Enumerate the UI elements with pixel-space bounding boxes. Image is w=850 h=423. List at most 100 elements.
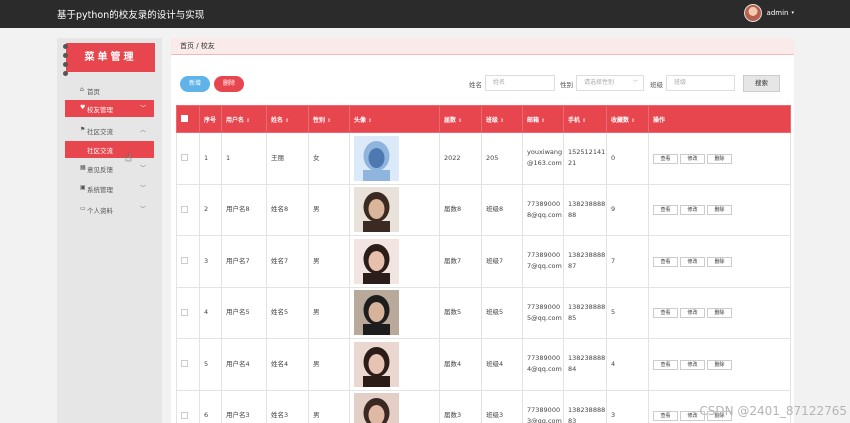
cell-actions: 查看 修改 删除 bbox=[648, 235, 791, 288]
delete-button[interactable]: 删除 bbox=[214, 76, 244, 92]
cell-term: 届数5 bbox=[439, 286, 482, 339]
row-delete-button[interactable]: 删除 bbox=[707, 205, 732, 216]
table-row: 5 用户名4 姓名4 男 届数4 班级4 773890004@qq.com 13823888… bbox=[176, 338, 791, 391]
col-header-name[interactable]: 姓名 ⇕ bbox=[266, 105, 309, 133]
cell-avatar bbox=[349, 235, 440, 288]
row-select-cell[interactable] bbox=[176, 338, 200, 391]
col-header-favorites[interactable]: 收藏数 ⇕ bbox=[606, 105, 649, 133]
select-all-checkbox[interactable] bbox=[181, 114, 188, 122]
avatar-photo[interactable] bbox=[354, 187, 399, 233]
cell-gender: 男 bbox=[308, 338, 350, 391]
sidebar-item-community[interactable]: ⚑ 社区交流 ︿ bbox=[65, 122, 154, 139]
cell-gender: 男 bbox=[308, 286, 350, 339]
sort-icon[interactable]: ⇕ bbox=[327, 118, 331, 124]
sort-icon[interactable]: ⇕ bbox=[458, 118, 462, 124]
col-header-phone[interactable]: 手机 ⇕ bbox=[563, 105, 607, 133]
row-delete-button[interactable]: 删除 bbox=[707, 256, 732, 267]
user-menu[interactable]: admin ▾ bbox=[743, 4, 794, 22]
col-header-gender[interactable]: 性别 ⇕ bbox=[308, 105, 350, 133]
sidebar-item-profile[interactable]: ▭ 个人资料 ﹀ bbox=[65, 201, 154, 218]
cell-email: 773890003@qq.com bbox=[522, 389, 564, 423]
username-label[interactable]: admin bbox=[767, 9, 789, 17]
cell-avatar bbox=[349, 183, 440, 236]
search-button[interactable]: 搜索 bbox=[743, 75, 780, 92]
sort-icon[interactable]: ⇕ bbox=[500, 118, 504, 124]
row-delete-button[interactable]: 删除 bbox=[707, 308, 732, 319]
col-header-email[interactable]: 邮箱 ⇕ bbox=[522, 105, 564, 133]
cell-name: 姓名8 bbox=[266, 183, 309, 236]
avatar-photo[interactable] bbox=[354, 135, 399, 181]
edit-button[interactable]: 修改 bbox=[680, 205, 705, 216]
sidebar-item-label: 意见反馈 bbox=[87, 165, 113, 174]
cell-actions: 查看 修改 删除 bbox=[648, 132, 791, 185]
row-select-cell[interactable] bbox=[176, 235, 200, 288]
sort-icon[interactable]: ⇕ bbox=[246, 118, 250, 124]
sidebar-subitem-community[interactable]: 社区交流 bbox=[65, 141, 154, 158]
flag-icon: ⚑ bbox=[80, 126, 86, 133]
view-button[interactable]: 查看 bbox=[653, 411, 678, 422]
grid-icon: ▦ bbox=[80, 164, 86, 171]
sidebar-item-feedback[interactable]: ▦ 意见反馈 ﹀ bbox=[65, 160, 154, 177]
sort-icon[interactable]: ⇕ bbox=[631, 118, 635, 124]
lock-icon: ▣ bbox=[80, 184, 86, 191]
view-button[interactable]: 查看 bbox=[653, 308, 678, 319]
col-header-class[interactable]: 班级 ⇕ bbox=[481, 105, 523, 133]
col-header-username[interactable]: 用户名 ⇕ bbox=[221, 105, 267, 133]
sidebar-item-alumni[interactable]: ♥ 校友管理 ﹀ bbox=[65, 100, 154, 117]
row-delete-button[interactable]: 删除 bbox=[707, 153, 732, 164]
view-button[interactable]: 查看 bbox=[653, 256, 678, 267]
sort-icon[interactable]: ⇕ bbox=[541, 118, 545, 124]
view-button[interactable]: 查看 bbox=[653, 359, 678, 370]
col-header-index[interactable]: 序号 bbox=[199, 105, 222, 133]
cell-avatar bbox=[349, 389, 440, 423]
sort-icon[interactable]: ⇕ bbox=[582, 118, 586, 124]
home-icon: ⌂ bbox=[80, 86, 84, 93]
view-button[interactable]: 查看 bbox=[653, 205, 678, 216]
row-select-cell[interactable] bbox=[176, 132, 200, 185]
row-checkbox[interactable] bbox=[181, 308, 188, 316]
col-header-term[interactable]: 届数 ⇕ bbox=[439, 105, 482, 133]
cell-username: 用户名5 bbox=[221, 286, 267, 339]
row-checkbox[interactable] bbox=[181, 411, 188, 419]
row-checkbox[interactable] bbox=[181, 154, 188, 162]
row-select-cell[interactable] bbox=[176, 286, 200, 339]
chevron-down-icon: ﹀ bbox=[632, 80, 638, 86]
chevron-up-icon: ︿ bbox=[139, 127, 146, 134]
breadcrumb[interactable]: 首页 / 校友 bbox=[171, 38, 794, 55]
edit-button[interactable]: 修改 bbox=[680, 256, 705, 267]
avatar-photo[interactable] bbox=[354, 341, 399, 387]
row-select-cell[interactable] bbox=[176, 183, 200, 236]
row-delete-button[interactable]: 删除 bbox=[707, 359, 732, 370]
select-all-header[interactable] bbox=[176, 105, 200, 133]
sidebar-item-system[interactable]: ▣ 系统管理 ﹀ bbox=[65, 180, 154, 197]
row-select-cell[interactable] bbox=[176, 389, 200, 423]
chevron-down-icon[interactable]: ▾ bbox=[791, 10, 794, 16]
table-body: 1 1 王丽女 2022 205 youxiwang@163.com 1525121412… bbox=[176, 132, 791, 423]
cell-name: 姓名7 bbox=[266, 235, 309, 288]
gender-filter-select[interactable]: 请选择性别 ﹀ bbox=[576, 75, 644, 91]
avatar[interactable] bbox=[743, 4, 762, 22]
avatar-photo[interactable] bbox=[354, 238, 399, 284]
edit-button[interactable]: 修改 bbox=[680, 153, 705, 164]
col-header-avatar[interactable]: 头像 ⇕ bbox=[349, 105, 440, 133]
avatar-photo[interactable] bbox=[354, 290, 399, 336]
cell-email: 773890008@qq.com bbox=[522, 183, 564, 236]
cell-name: 姓名5 bbox=[266, 286, 309, 339]
add-button[interactable]: 新增 bbox=[180, 76, 210, 92]
cell-phone: 13823888884 bbox=[563, 338, 607, 391]
row-checkbox[interactable] bbox=[181, 360, 188, 368]
row-checkbox[interactable] bbox=[181, 257, 188, 265]
cell-index: 1 bbox=[199, 132, 222, 185]
menu-header-title: 菜单管理 bbox=[84, 52, 137, 63]
row-checkbox[interactable] bbox=[181, 205, 188, 213]
sort-icon[interactable]: ⇕ bbox=[368, 118, 372, 124]
name-filter-input[interactable]: 姓名 bbox=[485, 75, 555, 91]
view-button[interactable]: 查看 bbox=[653, 153, 678, 164]
edit-button[interactable]: 修改 bbox=[680, 359, 705, 370]
sort-icon[interactable]: ⇕ bbox=[285, 118, 289, 124]
class-filter-input[interactable]: 班级 bbox=[666, 75, 735, 91]
sidebar-item-home[interactable]: ⌂ 首页 bbox=[65, 82, 154, 99]
avatar-photo[interactable] bbox=[354, 393, 399, 423]
edit-button[interactable]: 修改 bbox=[680, 308, 705, 319]
cell-username: 用户名8 bbox=[221, 183, 267, 236]
